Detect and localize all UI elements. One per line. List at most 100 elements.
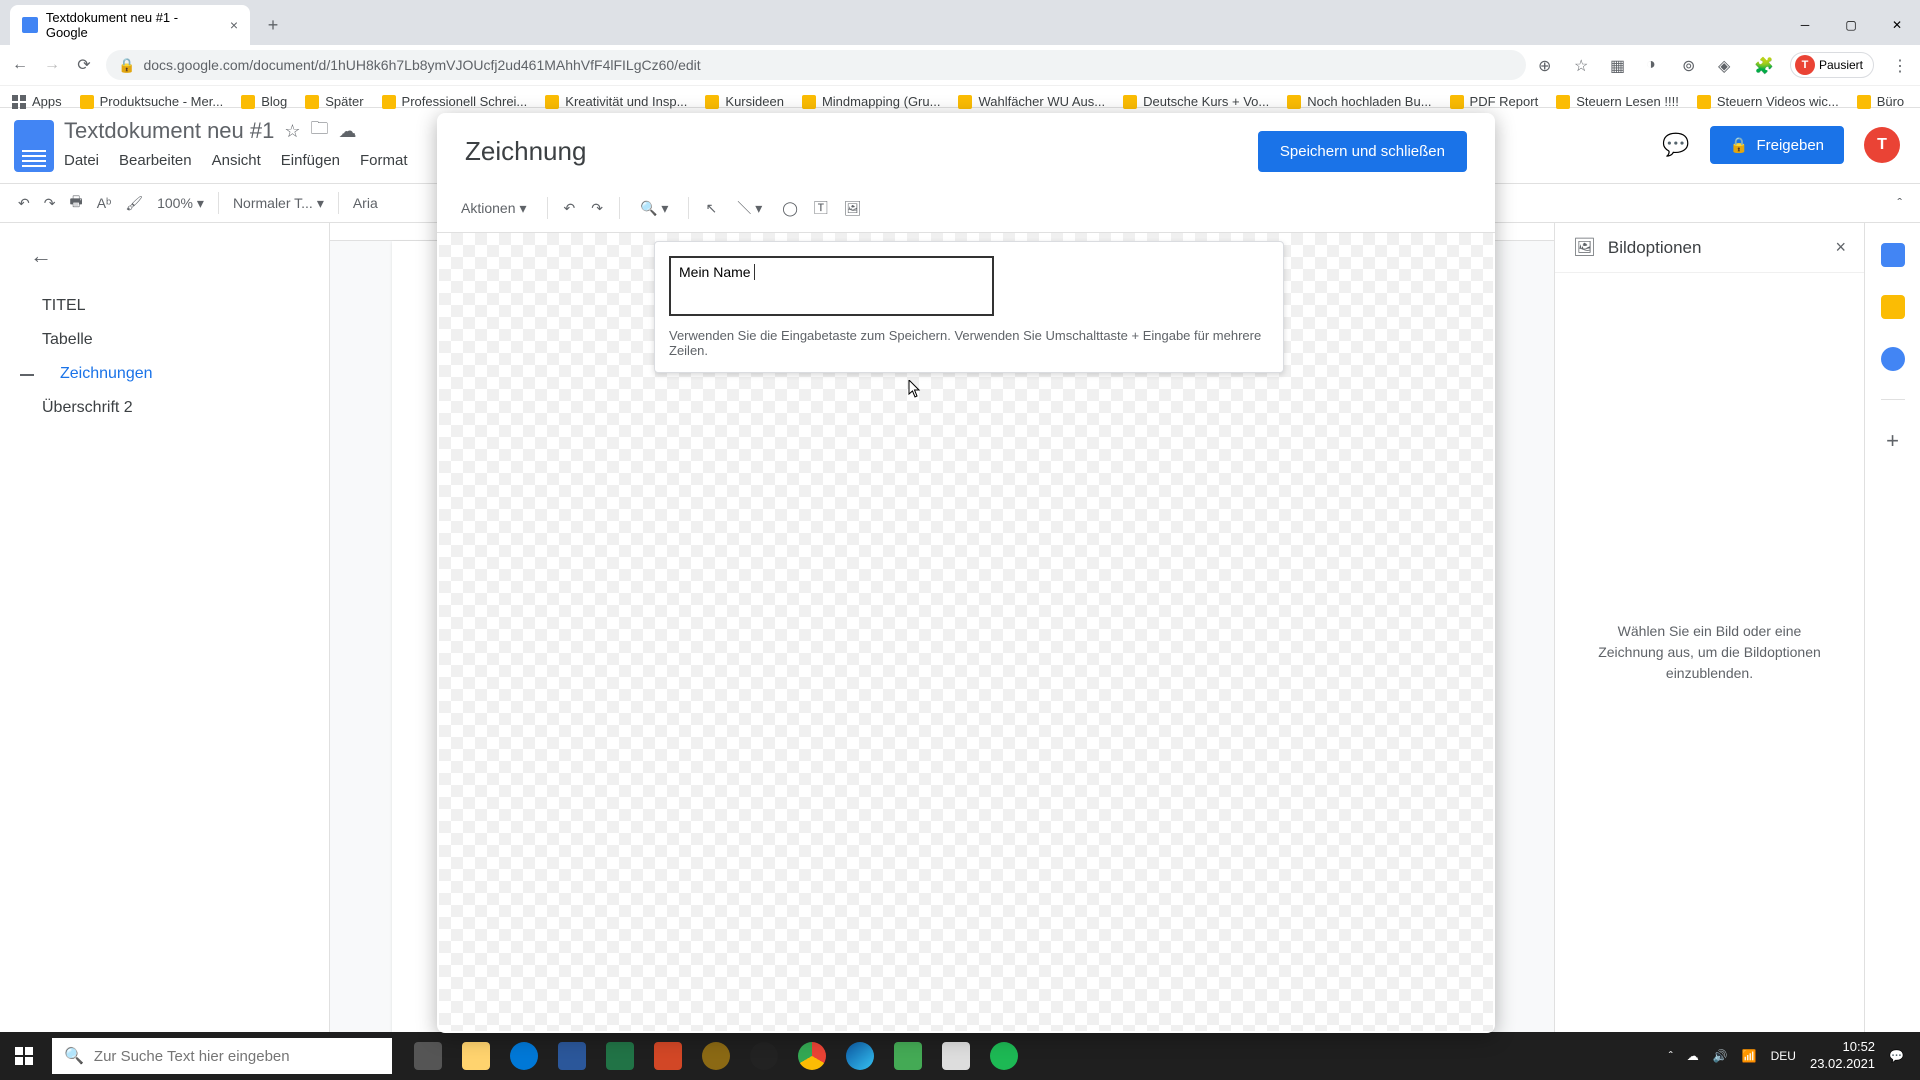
app-icon[interactable] — [692, 1032, 740, 1080]
actions-menu[interactable]: Aktionen ▾ — [457, 196, 531, 221]
keep-icon[interactable] — [1881, 295, 1905, 319]
comments-icon[interactable]: 💬 — [1662, 132, 1689, 158]
undo-icon[interactable]: ↶ — [18, 195, 30, 212]
outline-back-icon[interactable]: ← — [30, 243, 309, 269]
line-tool[interactable]: ＼ ▾ — [733, 194, 766, 222]
start-button[interactable] — [0, 1032, 48, 1080]
app-icon[interactable] — [884, 1032, 932, 1080]
profile-badge[interactable]: T Pausiert — [1790, 52, 1874, 78]
taskbar-search-input[interactable] — [94, 1048, 380, 1065]
move-icon[interactable]: 🗀 — [311, 116, 329, 146]
ext2-icon[interactable]: ⊚ — [1682, 56, 1700, 74]
redo-icon[interactable]: ↷ — [44, 195, 56, 212]
calendar-icon[interactable] — [1881, 243, 1905, 267]
tray-expand-icon[interactable]: ˆ — [1669, 1049, 1673, 1063]
edge-icon[interactable] — [836, 1032, 884, 1080]
spotify-icon[interactable] — [980, 1032, 1028, 1080]
menu-file[interactable]: Datei — [64, 152, 99, 169]
menu-format[interactable]: Format — [360, 152, 408, 169]
excel-icon[interactable] — [596, 1032, 644, 1080]
outline-item[interactable]: Überschrift 2 — [30, 391, 309, 425]
obs-icon[interactable] — [740, 1032, 788, 1080]
bookmark-item[interactable]: Mindmapping (Gru... — [802, 94, 941, 109]
ext1-icon[interactable]: ◑ — [1646, 56, 1664, 74]
new-tab-button[interactable]: + — [258, 10, 288, 40]
shape-tool-icon[interactable]: ◯ — [782, 200, 798, 217]
task-view-icon[interactable] — [404, 1032, 452, 1080]
bookmark-item[interactable]: Blog — [241, 94, 287, 109]
add-icon[interactable]: + — [1886, 428, 1899, 454]
bookmark-item[interactable]: Später — [305, 94, 363, 109]
drawing-canvas[interactable]: Mein Name Verwenden Sie die Eingabetaste… — [439, 233, 1493, 1031]
bookmark-item[interactable]: Kursideen — [705, 94, 784, 109]
bookmark-item[interactable]: Deutsche Kurs + Vo... — [1123, 94, 1269, 109]
textbox-tool-icon[interactable]: 🅃 — [814, 198, 828, 218]
word-icon[interactable] — [548, 1032, 596, 1080]
menu-insert[interactable]: Einfügen — [281, 152, 340, 169]
reload-button[interactable]: ⟳ — [74, 55, 94, 75]
bookmark-item[interactable]: Wahlfächer WU Aus... — [958, 94, 1105, 109]
outline-item[interactable]: Tabelle — [30, 323, 309, 357]
toolbar-collapse-icon[interactable]: ˆ — [1897, 195, 1902, 211]
onedrive-icon[interactable]: ☁ — [1687, 1049, 1699, 1063]
bookmark-item[interactable]: Noch hochladen Bu... — [1287, 94, 1431, 109]
star-icon[interactable]: ☆ — [1574, 56, 1592, 74]
share-button[interactable]: 🔒 Freigeben — [1710, 126, 1844, 164]
docs-logo-icon[interactable] — [14, 120, 54, 172]
close-icon[interactable]: × — [1835, 237, 1846, 258]
style-select[interactable]: Normaler T... ▾ — [233, 195, 324, 212]
bookmark-item[interactable]: Professionell Schrei... — [382, 94, 528, 109]
language-indicator[interactable]: DEU — [1771, 1049, 1796, 1063]
tab-close-icon[interactable]: × — [230, 17, 238, 33]
select-tool-icon[interactable]: ↖ — [705, 200, 717, 217]
bookmark-item[interactable]: Büro — [1857, 94, 1904, 109]
explorer-icon[interactable] — [452, 1032, 500, 1080]
outline-item-active[interactable]: Zeichnungen — [30, 357, 309, 391]
zoom-tool[interactable]: 🔍 ▾ — [636, 196, 672, 221]
star-icon[interactable]: ☆ — [284, 121, 300, 142]
edge-legacy-icon[interactable] — [500, 1032, 548, 1080]
drawing-text-input[interactable]: Mein Name — [669, 256, 994, 316]
url-field[interactable]: 🔒 docs.google.com/document/d/1hUH8k6h7Lb… — [106, 50, 1526, 80]
notepad-icon[interactable] — [932, 1032, 980, 1080]
qr-icon[interactable]: ▦ — [1610, 56, 1628, 74]
maximize-button[interactable]: ▢ — [1828, 5, 1874, 45]
zoom-icon[interactable]: ⊕ — [1538, 56, 1556, 74]
save-close-button[interactable]: Speichern und schließen — [1258, 131, 1467, 172]
ext3-icon[interactable]: ◈ — [1718, 56, 1736, 74]
menu-edit[interactable]: Bearbeiten — [119, 152, 192, 169]
undo-icon[interactable]: ↶ — [564, 200, 576, 217]
bookmark-item[interactable]: Steuern Videos wic... — [1697, 94, 1839, 109]
taskbar-search[interactable]: 🔍 — [52, 1038, 392, 1074]
powerpoint-icon[interactable] — [644, 1032, 692, 1080]
menu-view[interactable]: Ansicht — [212, 152, 261, 169]
menu-icon[interactable]: ⋮ — [1892, 56, 1910, 74]
zoom-select[interactable]: 100% ▾ — [157, 195, 204, 212]
outline-item[interactable]: TITEL — [30, 289, 309, 323]
user-avatar[interactable]: T — [1864, 127, 1900, 163]
bookmark-item[interactable]: Kreativität und Insp... — [545, 94, 687, 109]
volume-icon[interactable]: 🔊 — [1713, 1049, 1728, 1063]
font-select[interactable]: Aria — [353, 195, 378, 211]
image-tool-icon[interactable]: 🖼 — [844, 200, 862, 217]
redo-icon[interactable]: ↷ — [591, 200, 603, 217]
cloud-icon[interactable]: ☁ — [339, 121, 357, 142]
spellcheck-icon[interactable]: Aᵇ — [97, 195, 112, 211]
wifi-icon[interactable]: 📶 — [1742, 1049, 1757, 1063]
bookmark-item[interactable]: PDF Report — [1450, 94, 1539, 109]
tasks-icon[interactable] — [1881, 347, 1905, 371]
back-button[interactable]: ← — [10, 55, 30, 75]
browser-tab[interactable]: Textdokument neu #1 - Google × — [10, 5, 250, 45]
bookmark-item[interactable]: Steuern Lesen !!!! — [1556, 94, 1679, 109]
doc-title[interactable]: Textdokument neu #1 — [64, 118, 274, 144]
chrome-icon[interactable] — [788, 1032, 836, 1080]
paint-format-icon[interactable]: 🖌 — [125, 195, 143, 212]
forward-button[interactable]: → — [42, 55, 62, 75]
minimize-button[interactable]: ─ — [1782, 5, 1828, 45]
notifications-icon[interactable]: 💬 — [1889, 1049, 1904, 1063]
bookmark-item[interactable]: Produktsuche - Mer... — [80, 94, 224, 109]
print-icon[interactable]: 🖶 — [69, 191, 82, 215]
close-window-button[interactable]: ✕ — [1874, 5, 1920, 45]
clock[interactable]: 10:52 23.02.2021 — [1810, 1039, 1875, 1073]
apps-bookmark[interactable]: Apps — [12, 94, 62, 109]
